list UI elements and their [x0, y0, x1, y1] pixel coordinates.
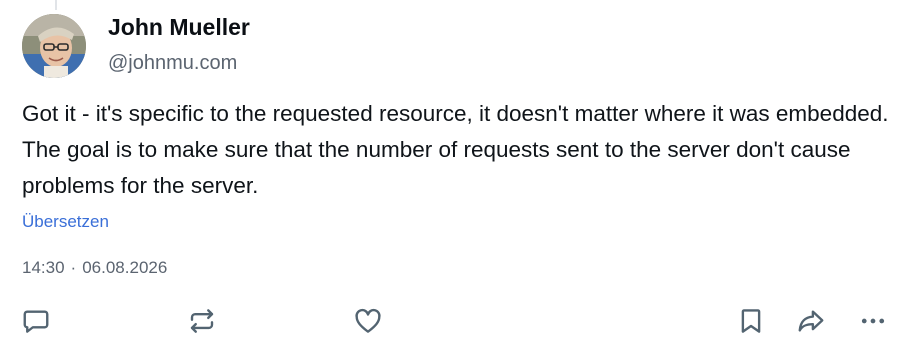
reply-icon [23, 310, 49, 333]
bookmark-icon [741, 309, 761, 333]
avatar-image [22, 14, 86, 78]
more-icon [861, 318, 885, 324]
reply-button[interactable] [20, 305, 52, 337]
like-icon [355, 308, 381, 333]
translate-link[interactable]: Übersetzen [22, 212, 109, 232]
share-button[interactable] [795, 305, 827, 337]
post-date: 06.08.2026 [82, 258, 168, 277]
bookmark-button[interactable] [735, 305, 767, 337]
more-options-button[interactable] [857, 305, 889, 337]
author-handle[interactable]: @johnmu.com [108, 52, 237, 75]
repost-icon [190, 309, 214, 333]
like-button[interactable] [352, 305, 384, 337]
avatar[interactable] [22, 14, 86, 78]
repost-button[interactable] [186, 305, 218, 337]
thread-line [55, 0, 57, 10]
share-icon [798, 310, 824, 332]
post-timestamp[interactable]: 14:30 · 06.08.2026 [22, 258, 167, 278]
author-name[interactable]: John Mueller [108, 14, 250, 41]
post-card: John Mueller @johnmu.com Got it - it's s… [0, 0, 920, 355]
post-time: 14:30 [22, 258, 65, 277]
timestamp-separator: · [70, 258, 77, 277]
post-text: Got it - it's specific to the requested … [22, 101, 889, 198]
